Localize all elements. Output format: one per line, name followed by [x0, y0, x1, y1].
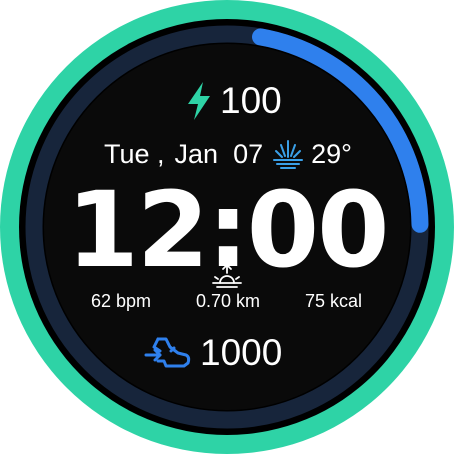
distance-value[interactable]: 0.70 km [196, 290, 260, 312]
lightning-bolt-icon [188, 82, 210, 120]
hot-weather-icon [273, 140, 304, 169]
steps-complication[interactable]: 1000 [144, 330, 282, 376]
steps-value: 1000 [200, 332, 283, 373]
temperature-label: 29° [311, 139, 352, 169]
watch-face: 100 Tue , Jan 07 29° 12:00 62 bpm 0.70 k… [0, 0, 454, 454]
date-weather-row[interactable]: Tue , Jan 07 29° [104, 137, 352, 171]
battery-value: 100 [220, 80, 282, 121]
running-shoe-icon [144, 337, 191, 368]
heart-rate-value[interactable]: 62 bpm [91, 290, 151, 312]
sunrise-icon [212, 263, 242, 288]
calories-value[interactable]: 75 kcal [305, 290, 362, 312]
weekday-label: Tue , [104, 139, 165, 169]
month-day-label: Jan 07 [174, 139, 264, 169]
battery-complication[interactable]: 100 [184, 80, 282, 122]
